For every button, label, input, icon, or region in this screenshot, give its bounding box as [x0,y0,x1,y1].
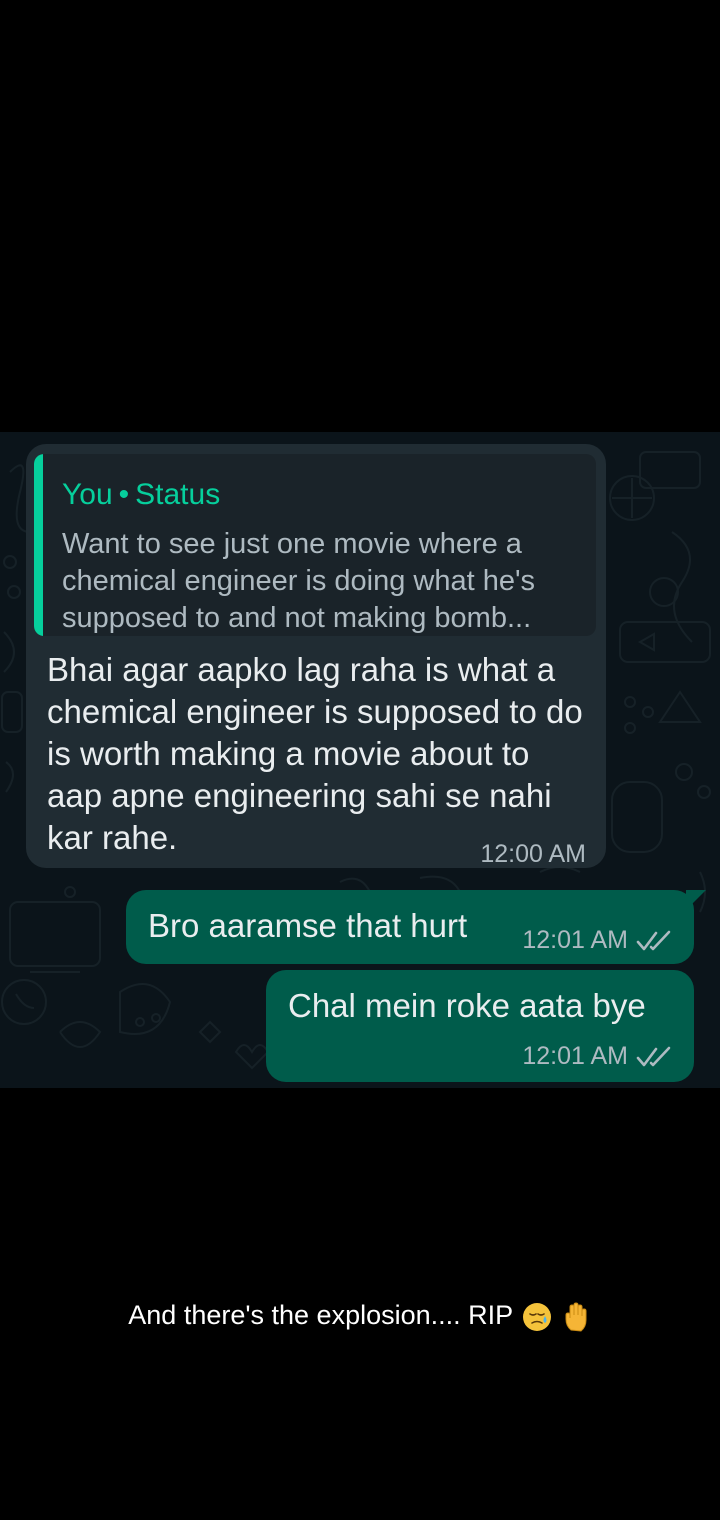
quote-separator: • [118,478,130,511]
quote-header: You • Status [62,478,220,512]
quote-accent-bar [34,454,43,636]
double-check-icon [636,1046,671,1066]
quoted-status-reply[interactable]: You • Status Want to see just one movie wh… [34,454,596,636]
outgoing-message-bubble[interactable]: Bro aaramse that hurt 12:01 AM [126,890,706,964]
quote-sender: You [62,478,113,511]
caption-text: And there's the explosion.... RIP [128,1300,513,1330]
incoming-message-text: Bhai agar aapko lag raha is what a chemi… [47,651,583,856]
incoming-message-bubble[interactable]: You • Status Want to see just one movie wh… [26,444,606,868]
outgoing-message-text: Chal mein roke aata bye [288,987,646,1024]
outgoing-message-text: Bro aaramse that hurt [148,907,468,944]
sad-relieved-face-emoji [523,1302,552,1331]
incoming-message-time: 12:00 AM [480,840,586,868]
quoted-status-text: Want to see just one movie where a chemi… [62,528,536,634]
outgoing-message-time: 12:01 AM [522,926,628,954]
bubble-tail [686,890,706,910]
raised-hand-emoji [565,1302,587,1332]
outgoing-message-meta: 12:01 AM [522,926,674,955]
outgoing-message-meta: 12:01 AM [522,1042,674,1071]
double-check-icon [636,930,671,950]
outgoing-message-bubble[interactable]: Chal mein roke aata bye 12:01 AM [266,970,694,1082]
quote-type: Status [135,478,221,511]
outgoing-message-time: 12:01 AM [522,1042,628,1070]
chat-screenshot: You • Status Want to see just one movie wh… [0,432,720,1088]
story-caption: And there's the explosion.... RIP [0,1300,720,1332]
